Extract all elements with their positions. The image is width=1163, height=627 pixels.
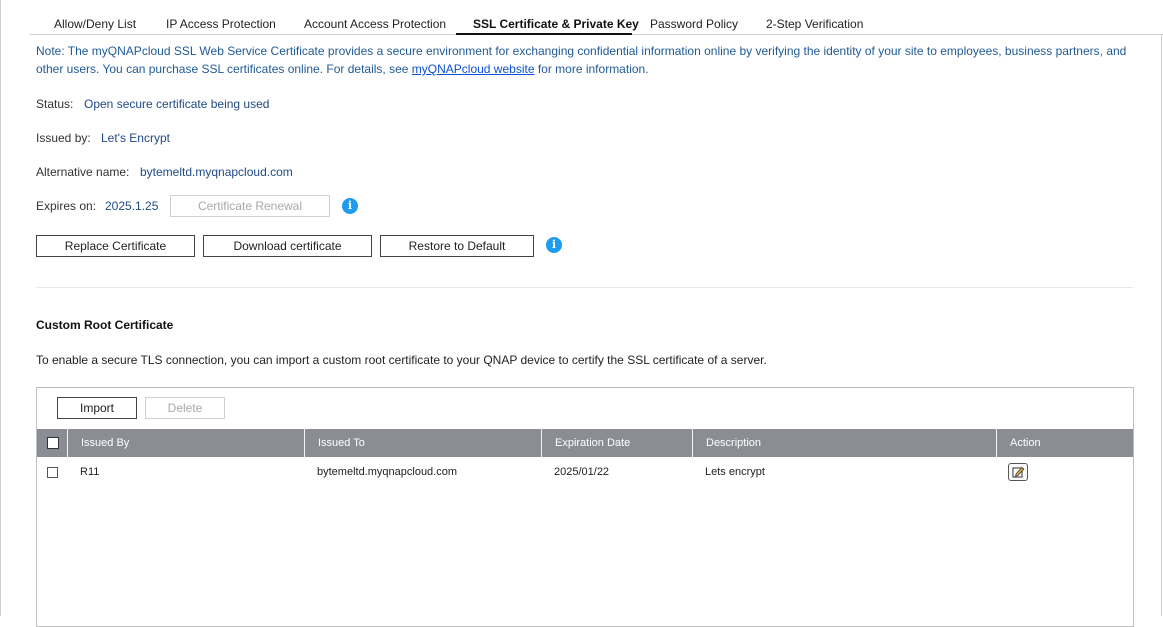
select-all-checkbox[interactable] bbox=[47, 437, 59, 449]
expires-on-label: Expires on: bbox=[36, 199, 97, 213]
tab-ssl-certificate[interactable]: SSL Certificate & Private Key bbox=[473, 17, 639, 31]
table-header: Issued By Issued To Expiration Date Desc… bbox=[37, 429, 1133, 457]
status-value: Open secure certificate being used bbox=[84, 97, 270, 111]
frame-left-border bbox=[0, 0, 1, 616]
edit-icon bbox=[1012, 466, 1025, 478]
column-header-issued-by[interactable]: Issued By bbox=[81, 437, 129, 449]
tab-account-access-protection[interactable]: Account Access Protection bbox=[304, 17, 446, 31]
issued-by-value: Let's Encrypt bbox=[101, 131, 170, 145]
delete-button[interactable]: Delete bbox=[145, 397, 225, 419]
column-header-issued-to[interactable]: Issued To bbox=[318, 437, 365, 449]
note-text-after: for more information. bbox=[534, 62, 649, 76]
tab-password-policy[interactable]: Password Policy bbox=[650, 17, 738, 31]
column-header-expiration-date[interactable]: Expiration Date bbox=[555, 437, 630, 449]
frame-right-border bbox=[1161, 34, 1162, 616]
column-separator bbox=[67, 429, 68, 457]
cell-issued-to: bytemeltd.myqnapcloud.com bbox=[317, 466, 458, 478]
issued-by-label: Issued by: bbox=[36, 131, 91, 145]
note-text: Note: The myQNAPcloud SSL Web Service Ce… bbox=[36, 42, 1131, 78]
column-separator bbox=[541, 429, 542, 457]
tab-bar: Allow/Deny List IP Access Protection Acc… bbox=[0, 0, 1163, 35]
download-certificate-button[interactable]: Download certificate bbox=[203, 235, 372, 257]
restore-to-default-button[interactable]: Restore to Default bbox=[380, 235, 534, 257]
expires-on-value: 2025.1.25 bbox=[105, 199, 159, 213]
certificate-renewal-button[interactable]: Certificate Renewal bbox=[170, 195, 330, 217]
column-separator bbox=[692, 429, 693, 457]
column-separator bbox=[304, 429, 305, 457]
cell-issued-by: R11 bbox=[80, 466, 100, 478]
tab-2-step-verification[interactable]: 2-Step Verification bbox=[766, 17, 863, 31]
import-button[interactable]: Import bbox=[57, 397, 137, 419]
custom-root-certificate-panel bbox=[36, 387, 1134, 627]
tab-ip-access-protection[interactable]: IP Access Protection bbox=[166, 17, 276, 31]
custom-root-certificate-description: To enable a secure TLS connection, you c… bbox=[36, 353, 767, 367]
status-label: Status: bbox=[36, 97, 74, 111]
info-icon[interactable]: i bbox=[546, 237, 562, 253]
alternative-name-value: bytemeltd.myqnapcloud.com bbox=[140, 165, 293, 179]
column-header-description[interactable]: Description bbox=[706, 437, 761, 449]
tab-allow-deny-list[interactable]: Allow/Deny List bbox=[54, 17, 136, 31]
myqnapcloud-website-link[interactable]: myQNAPcloud website bbox=[412, 62, 535, 76]
cell-expiration-date: 2025/01/22 bbox=[554, 466, 610, 478]
column-separator bbox=[996, 429, 997, 457]
replace-certificate-button[interactable]: Replace Certificate bbox=[36, 235, 195, 257]
active-tab-indicator bbox=[456, 33, 632, 35]
edit-button[interactable] bbox=[1008, 463, 1028, 481]
info-icon[interactable]: i bbox=[342, 198, 358, 214]
custom-root-certificate-title: Custom Root Certificate bbox=[36, 318, 174, 332]
column-header-action: Action bbox=[1010, 437, 1041, 449]
cell-description: Lets encrypt bbox=[705, 466, 765, 478]
section-divider bbox=[36, 287, 1133, 288]
alternative-name-label: Alternative name: bbox=[36, 165, 130, 179]
row-checkbox[interactable] bbox=[47, 467, 58, 478]
